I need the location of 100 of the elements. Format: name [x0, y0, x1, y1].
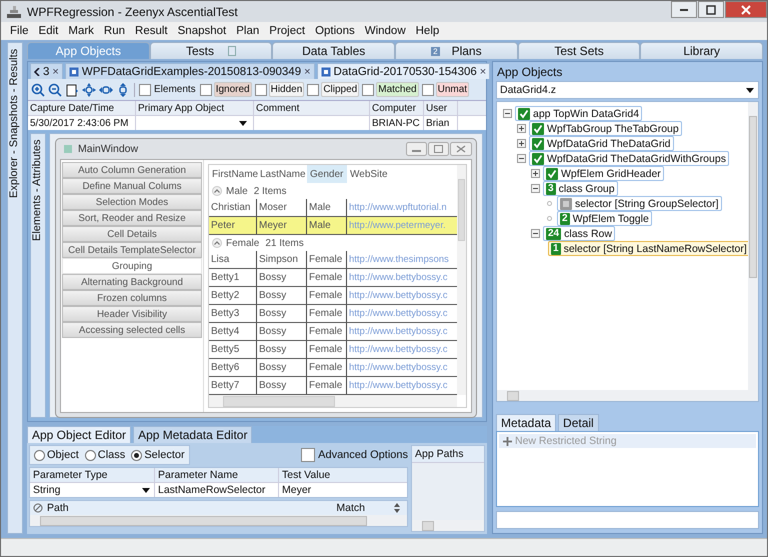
radio-button[interactable]	[131, 450, 142, 460]
nav-button[interactable]: Alternating Background	[62, 274, 202, 290]
scrollbar[interactable]	[497, 390, 758, 401]
tree-item[interactable]: WpfElem GridHeader	[543, 166, 664, 181]
menu-item[interactable]: Window	[360, 25, 411, 37]
main-tab[interactable]: Library	[640, 42, 764, 59]
checkbox[interactable]	[200, 84, 212, 96]
scrollbar[interactable]	[30, 515, 407, 526]
table-row[interactable]: Betty3 Bossy Female http://www.bettybossy.c	[209, 305, 457, 323]
menu-item[interactable]: Mark	[63, 25, 99, 37]
expander-icon[interactable]	[517, 154, 526, 163]
menu-item[interactable]: Edit	[34, 25, 64, 37]
menu-item[interactable]: Run	[98, 25, 130, 37]
nav-button[interactable]: Frozen columns	[62, 290, 202, 306]
document-tab[interactable]: WPFDataGridExamples-20150813-090349 ×	[64, 63, 315, 79]
menu-item[interactable]: Plan	[231, 25, 264, 37]
menu-item[interactable]: File	[5, 25, 34, 37]
table-row[interactable]: Lisa Simpson Female http://www.thesimpsons	[209, 251, 457, 269]
side-panel-tab[interactable]: Explorer - Snapshots - Results	[7, 42, 23, 534]
editor-tab[interactable]: App Object Editor	[27, 426, 132, 443]
expander-icon[interactable]	[531, 229, 540, 238]
tree-item[interactable]: WpfTabGroup TheTabGroup	[529, 121, 682, 136]
nav-button[interactable]: Auto Column Generation	[62, 162, 202, 178]
column-header[interactable]: LastName	[257, 165, 307, 183]
nav-button[interactable]: Accessing selected cells	[62, 322, 202, 338]
expander-icon[interactable]	[531, 184, 540, 193]
tree-item[interactable]: 2 WpfElem Toggle	[557, 211, 652, 226]
radio-button[interactable]	[34, 450, 45, 460]
group-count: 2 Items	[254, 186, 286, 196]
scrollbar[interactable]	[748, 102, 758, 390]
column-header[interactable]: WebSite	[347, 165, 457, 183]
table-row[interactable]: Betty4 Bossy Female http://www.bettybossy.c	[209, 323, 457, 341]
close-icon[interactable]: ×	[480, 66, 486, 78]
tab-overflow[interactable]: 3 ×	[30, 63, 63, 79]
radio-button[interactable]	[84, 450, 96, 460]
tree-item[interactable]: selector [String GroupSelector]	[557, 196, 722, 211]
menu-item[interactable]: Help	[410, 25, 444, 37]
tree-item[interactable]: WpfDataGrid TheDataGridWithGroups	[529, 151, 729, 166]
main-tab[interactable]: Test Sets	[518, 42, 640, 59]
scrollbar[interactable]	[457, 165, 466, 395]
close-icon[interactable]: ×	[52, 66, 59, 78]
nav-button[interactable]: Grouping	[62, 258, 202, 274]
side-panel-tab[interactable]: Elements - Attributes	[30, 133, 46, 418]
input-field[interactable]	[496, 511, 759, 529]
minimize-button[interactable]	[671, 1, 697, 18]
expander-icon[interactable]	[517, 139, 526, 148]
metadata-tab[interactable]: Metadata	[496, 414, 556, 431]
nav-button[interactable]: Selection Modes	[62, 194, 202, 210]
document-tab[interactable]: DataGrid-20170530-154306 ×	[316, 63, 490, 79]
main-tab[interactable]: Tests	[150, 42, 272, 59]
menu-item[interactable]: Snapshot	[172, 25, 232, 37]
checkbox[interactable]	[254, 84, 267, 96]
window-title: WPFRegression - Zeenyx AscentialTest	[27, 4, 238, 18]
main-tab[interactable]: 2 Plans	[395, 42, 518, 59]
nav-button[interactable]: Cell Details TemplateSelector	[62, 242, 202, 258]
scrollbar[interactable]	[209, 395, 457, 407]
checkbox[interactable]	[307, 84, 320, 96]
column-header[interactable]: FirstName	[209, 165, 257, 183]
nav-button[interactable]: Cell Details	[62, 226, 202, 242]
expander-icon[interactable]	[531, 169, 540, 178]
expander-icon[interactable]	[503, 109, 512, 118]
nav-button[interactable]: Define Manual Colums	[62, 178, 202, 194]
main-tab[interactable]: Data Tables	[272, 42, 396, 59]
tree-item[interactable]: 24 class Row	[543, 226, 615, 241]
scrollbar[interactable]	[412, 520, 484, 531]
maximize-button[interactable]	[698, 1, 724, 18]
tree-item[interactable]: 1 selector [String LastNameRowSelector]	[548, 241, 748, 256]
menu-item[interactable]: Options	[310, 25, 360, 37]
table-row[interactable]: Betty6 Bossy Female http://www.bettybossy.c	[209, 359, 457, 377]
tree-item[interactable]: WpfDataGrid TheDataGrid	[529, 136, 674, 151]
table-row[interactable]: Betty1 Bossy Female http://www.bettybossy.c	[209, 269, 457, 287]
expander-icon[interactable]	[517, 124, 526, 133]
column-header: User	[424, 101, 458, 115]
checkbox[interactable]	[139, 84, 151, 96]
count-badge: 24	[546, 228, 562, 240]
metadata-tab[interactable]: Detail	[558, 414, 599, 431]
zoom-out-icon[interactable]	[48, 82, 62, 96]
table-row[interactable]: Betty5 Bossy Female http://www.bettybossy.c	[209, 341, 457, 359]
move-icon[interactable]	[82, 82, 96, 96]
fit-page-icon[interactable]	[65, 82, 79, 96]
close-icon[interactable]: ×	[304, 66, 311, 78]
nav-button[interactable]: Sort, Reoder and Resize	[62, 210, 202, 226]
file-dropdown[interactable]: DataGrid4.z	[496, 81, 759, 99]
menu-item[interactable]: Project	[264, 25, 310, 37]
table-row[interactable]: Peter Meyer Male http://www.petermeyer.	[209, 217, 457, 235]
tree-item[interactable]: app TopWin DataGrid4	[515, 106, 642, 121]
nav-button[interactable]: Header Visibility	[62, 306, 202, 322]
checkbox[interactable]	[362, 84, 374, 96]
checkbox[interactable]	[422, 84, 434, 96]
dropdown-field[interactable]: String	[30, 483, 155, 497]
column-header[interactable]: Gender	[307, 165, 347, 183]
zoom-in-icon[interactable]	[31, 82, 45, 96]
sort-icon[interactable]	[393, 503, 401, 513]
menu-item[interactable]: Result	[130, 25, 173, 37]
tree-item[interactable]: 3 class Group	[543, 181, 618, 196]
editor-tab[interactable]: App Metadata Editor	[133, 426, 252, 443]
checkbox[interactable]	[301, 448, 316, 462]
checkbox-label: Advanced Options	[318, 449, 408, 461]
close-button[interactable]	[725, 1, 767, 18]
table-row[interactable]: Betty2 Bossy Female http://www.bettybossy.c	[209, 287, 457, 305]
